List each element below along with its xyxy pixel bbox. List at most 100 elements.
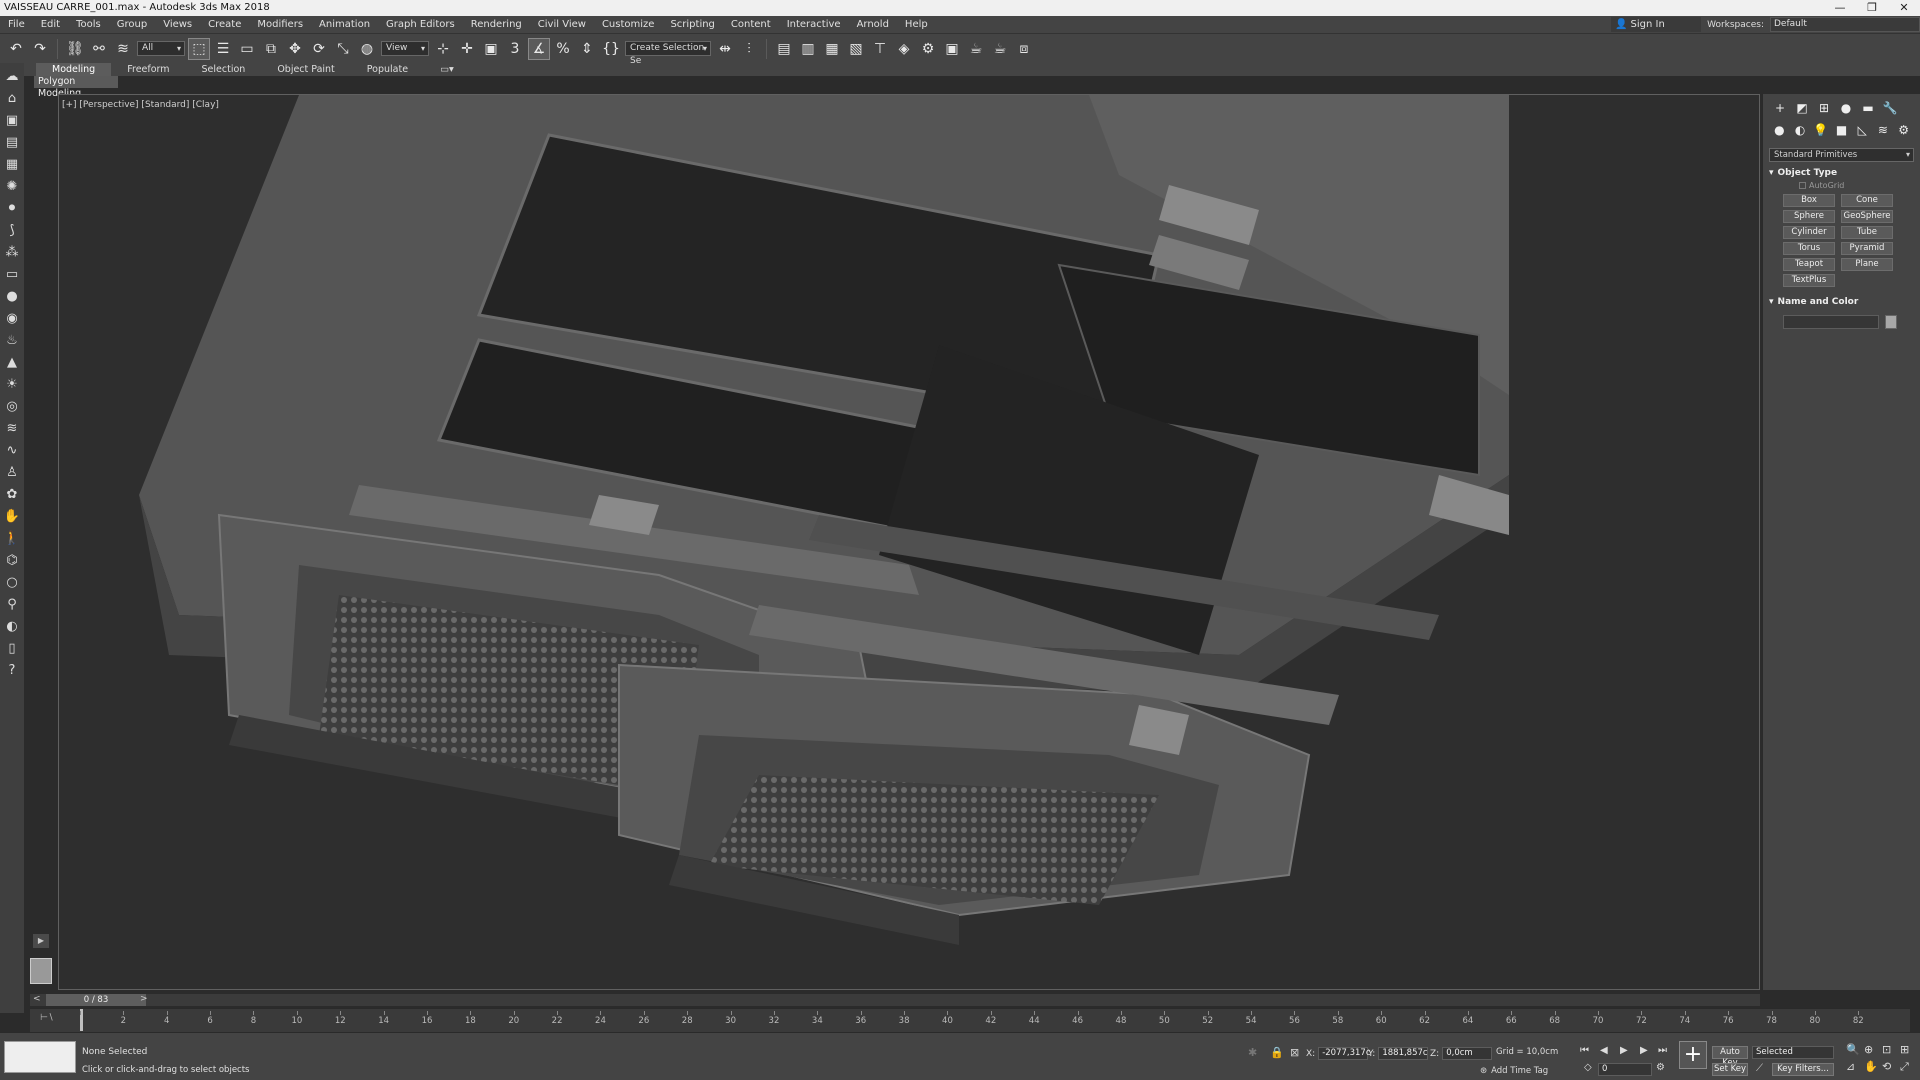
zoom-extents-icon[interactable]: ⊡	[1882, 1043, 1898, 1056]
play-icon[interactable]: ▶	[1620, 1045, 1628, 1056]
minimize-button[interactable]: —	[1824, 0, 1856, 16]
viewport-menu-arrow[interactable]: ▶	[33, 934, 49, 948]
create-compound-icon[interactable]: ◐	[0, 615, 24, 637]
cone-button[interactable]: Cone	[1841, 194, 1893, 207]
motion-tab-icon[interactable]: ●	[1837, 100, 1855, 116]
pan-icon[interactable]: ✋	[1864, 1060, 1880, 1074]
go-to-end-icon[interactable]: ⏭	[1658, 1045, 1667, 1056]
move-icon[interactable]: ✥	[285, 39, 305, 59]
ribbon-toggle-icon[interactable]: ▦	[822, 39, 842, 59]
maxscript-listener[interactable]	[4, 1041, 76, 1073]
create-tab-icon[interactable]: +	[1771, 100, 1789, 116]
display-tab-icon[interactable]: ▬	[1859, 100, 1877, 116]
time-slider-thumb[interactable]: 0 / 83	[46, 994, 146, 1006]
geosphere-button[interactable]: GeoSphere	[1841, 210, 1893, 223]
create-spline-icon[interactable]: ⚲	[0, 593, 24, 615]
trackbar-filter-icon[interactable]: ⊢∖	[40, 1013, 54, 1023]
perspective-viewport[interactable]	[58, 94, 1760, 990]
utilities-tab-icon[interactable]: 🔧	[1881, 100, 1899, 116]
key-filters-button[interactable]: Key Filters...	[1772, 1063, 1834, 1076]
rotate-icon[interactable]: ⟳	[309, 39, 329, 59]
render-iterative-icon[interactable]: ☕	[990, 39, 1010, 59]
hierarchy-tab-icon[interactable]: ⊞	[1815, 100, 1833, 116]
ribbon-tab-object-paint[interactable]: Object Paint	[261, 63, 350, 76]
set-key-button[interactable]: Set Key	[1712, 1063, 1748, 1076]
menu-interactive[interactable]: Interactive	[779, 19, 849, 30]
menu-file[interactable]: File	[0, 19, 33, 30]
named-selection-dropdown[interactable]: Create Selection Se	[625, 41, 711, 66]
select-manipulate-icon[interactable]: ✛	[457, 39, 477, 59]
geometry-icon[interactable]: ●	[1771, 122, 1788, 138]
zoom-all-icon[interactable]: ⊕	[1864, 1043, 1880, 1056]
create-circle-icon[interactable]: ○	[0, 571, 24, 593]
menu-help[interactable]: Help	[897, 19, 936, 30]
create-bone-icon[interactable]: ∿	[0, 439, 24, 461]
select-object-icon[interactable]: ⬚	[188, 37, 210, 60]
create-camera-icon[interactable]: ⚫	[0, 197, 24, 219]
scene-explorer-icon[interactable]: ▤	[774, 39, 794, 59]
next-frame-icon[interactable]: ▶	[1640, 1045, 1648, 1056]
create-particles-icon[interactable]: ⁂	[0, 241, 24, 263]
cameras-icon[interactable]: ■	[1833, 122, 1850, 138]
menu-views[interactable]: Views	[155, 19, 200, 30]
next-frame-arrow[interactable]: >	[140, 994, 148, 1004]
create-knot-icon[interactable]: ⌬	[0, 549, 24, 571]
create-rectangle-icon[interactable]: ▭	[0, 263, 24, 285]
create-teapot-small-icon[interactable]: ♨	[0, 329, 24, 351]
object-name-input[interactable]	[1783, 315, 1879, 329]
create-light-icon[interactable]: ✺	[0, 175, 24, 197]
auto-key-button[interactable]: Auto Key	[1712, 1046, 1748, 1068]
a360-render-icon[interactable]: ⧈	[1014, 39, 1034, 59]
angle-snap-icon[interactable]: ∡	[528, 37, 550, 60]
viewport-layout-tab[interactable]	[30, 958, 52, 984]
schematic-view-icon[interactable]: ⊤	[870, 39, 890, 59]
restore-button[interactable]: ❐	[1856, 0, 1888, 16]
isolate-icon[interactable]: ✱	[1248, 1046, 1257, 1059]
menu-scripting[interactable]: Scripting	[662, 19, 722, 30]
menu-group[interactable]: Group	[109, 19, 155, 30]
menu-graph-editors[interactable]: Graph Editors	[378, 19, 463, 30]
align-icon[interactable]: ⫶	[739, 39, 759, 59]
add-time-tag[interactable]: ⊛ Add Time Tag	[1480, 1066, 1548, 1076]
ribbon-tab-modeling[interactable]: Modeling	[36, 63, 112, 76]
selection-filter-dropdown[interactable]: All	[137, 41, 185, 56]
create-grid-icon[interactable]: ▦	[0, 153, 24, 175]
time-slider[interactable]: < 0 / 83 >	[30, 994, 1760, 1006]
autogrid-checkbox[interactable]: AutoGrid	[1799, 181, 1920, 190]
teapot-button[interactable]: Teapot	[1783, 258, 1835, 271]
viewport-label[interactable]: [+] [Perspective] [Standard] [Clay]	[62, 100, 219, 110]
key-mode-toggle-icon[interactable]: ◇	[1584, 1062, 1592, 1073]
render-production-icon[interactable]: ☕	[966, 39, 986, 59]
rendered-frame-icon[interactable]: ▣	[942, 39, 962, 59]
window-crossing-icon[interactable]: ⧉	[261, 39, 281, 59]
create-flower-icon[interactable]: ✿	[0, 483, 24, 505]
pyramid-button[interactable]: Pyramid	[1841, 242, 1893, 255]
mirror-icon[interactable]: ⇹	[715, 39, 735, 59]
create-walk-icon[interactable]: 🚶	[0, 527, 24, 549]
layer-explorer-icon[interactable]: ▥	[798, 39, 818, 59]
create-cone-icon[interactable]: ▲	[0, 351, 24, 373]
create-geosphere-icon[interactable]: ◉	[0, 307, 24, 329]
current-frame-input[interactable]: 0	[1598, 1063, 1652, 1076]
sphere-button[interactable]: Sphere	[1783, 210, 1835, 223]
object-color-swatch[interactable]	[1885, 315, 1897, 329]
prev-frame-arrow[interactable]: <	[33, 994, 41, 1004]
cylinder-button[interactable]: Cylinder	[1783, 226, 1835, 239]
menu-tools[interactable]: Tools	[68, 19, 109, 30]
modify-tab-icon[interactable]: ◩	[1793, 100, 1811, 116]
pivot-center-icon[interactable]: ⊹	[433, 39, 453, 59]
material-editor-icon[interactable]: ◈	[894, 39, 914, 59]
previous-frame-icon[interactable]: ◀	[1600, 1045, 1608, 1056]
orbit-icon[interactable]: ⟲	[1882, 1060, 1898, 1074]
render-setup-icon[interactable]: ⚙	[918, 39, 938, 59]
create-helper-icon[interactable]: ⟆	[0, 219, 24, 241]
unlink-icon[interactable]: ⚯	[89, 39, 109, 59]
select-by-name-icon[interactable]: ☰	[213, 39, 233, 59]
link-icon[interactable]: ⛓	[65, 39, 85, 59]
bind-spacewarp-icon[interactable]: ≋	[113, 39, 133, 59]
curve-editor-icon[interactable]: ▧	[846, 39, 866, 59]
shapes-icon[interactable]: ◐	[1792, 122, 1809, 138]
create-door-icon[interactable]: ▯	[0, 637, 24, 659]
name-color-rollout[interactable]: ▾ Name and Color	[1769, 297, 1914, 307]
ribbon-options-icon[interactable]: ▭▾	[424, 63, 470, 76]
